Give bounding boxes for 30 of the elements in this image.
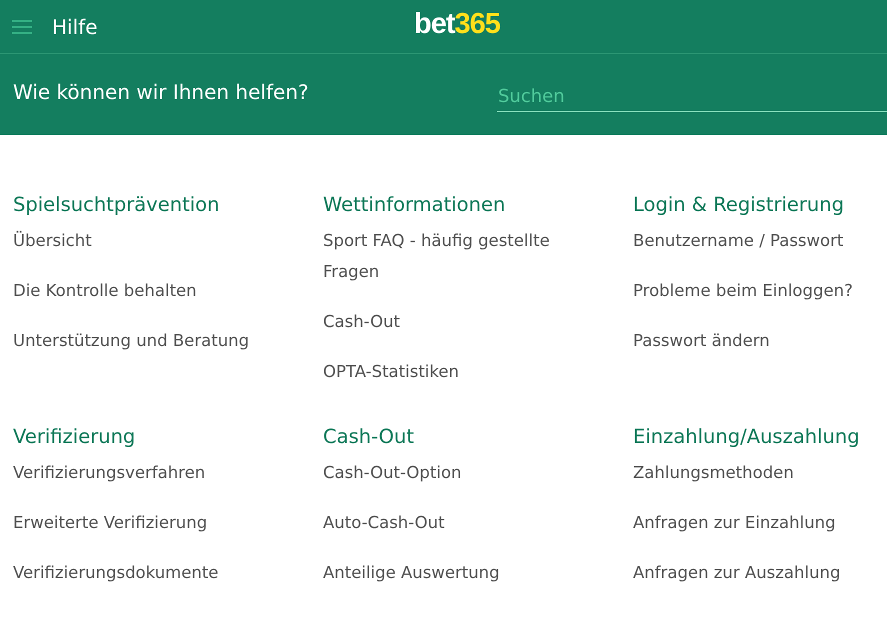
help-link[interactable]: Passwort ändern <box>633 325 770 356</box>
help-heading: Wie können wir Ihnen helfen? <box>13 80 309 104</box>
help-link[interactable]: Anfragen zur Auszahlung <box>633 557 840 588</box>
help-link[interactable]: Benutzername / Passwort <box>633 225 844 256</box>
section-heading: Wettinformationen <box>323 193 506 216</box>
page-title: Hilfe <box>52 14 98 38</box>
help-link[interactable]: Sport FAQ - häufig gestellte Fragen <box>323 225 603 287</box>
help-link[interactable]: Übersicht <box>13 225 92 256</box>
menu-icon[interactable] <box>12 20 32 34</box>
help-link[interactable]: Verifizierungsverfahren <box>13 457 206 488</box>
search-field[interactable]: Suchen <box>497 84 887 112</box>
logo-number: 365 <box>454 8 500 40</box>
section-heading: Einzahlung/Auszahlung <box>633 425 860 448</box>
help-link[interactable]: Cash-Out-Option <box>323 457 462 488</box>
section-heading: Verifizierung <box>13 425 136 448</box>
help-link[interactable]: OPTA-Statistiken <box>323 356 459 387</box>
help-link[interactable]: Probleme beim Einloggen? <box>633 275 853 306</box>
help-link[interactable]: Unterstützung und Beratung <box>13 325 250 356</box>
help-link[interactable]: Cash-Out <box>323 306 400 337</box>
help-link[interactable]: Verifizierungsdokumente <box>13 557 218 588</box>
help-link[interactable]: Anfragen zur Einzahlung <box>633 507 836 538</box>
help-link[interactable]: Anteilige Auswertung <box>323 557 500 588</box>
help-link[interactable]: Auto-Cash-Out <box>323 507 445 538</box>
help-link[interactable]: Zahlungsmethoden <box>633 457 794 488</box>
help-link[interactable]: Erweiterte Verifizierung <box>13 507 208 538</box>
section-heading: Login & Registrierung <box>633 193 844 216</box>
help-link[interactable]: Die Kontrolle behalten <box>13 275 197 306</box>
section-heading: Spielsuchtprävention <box>13 193 220 216</box>
section-heading: Cash-Out <box>323 425 414 448</box>
logo-text: bet <box>414 8 454 40</box>
